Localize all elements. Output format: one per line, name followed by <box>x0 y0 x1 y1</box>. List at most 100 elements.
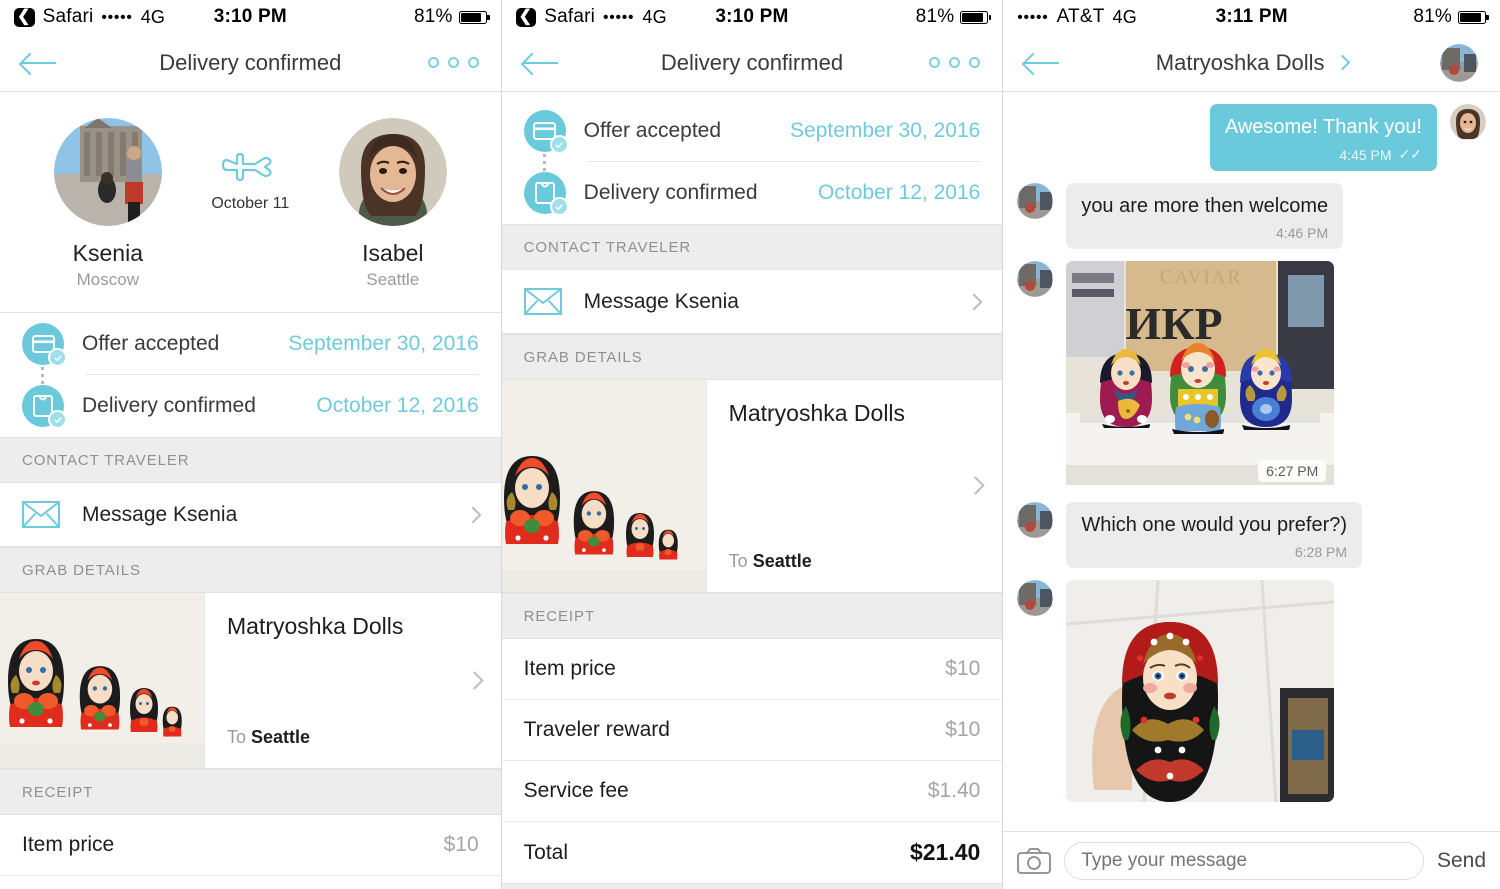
avatar-isabel <box>338 118 447 226</box>
traveler-from[interactable]: Ksenia Moscow <box>25 118 190 290</box>
svg-text:ИКР: ИКР <box>1126 298 1223 349</box>
battery-percent: 81% <box>1413 6 1452 27</box>
grab-to-prefix: To <box>728 551 748 571</box>
status-back-app: Safari <box>544 6 596 27</box>
back-arrow-icon[interactable] <box>22 52 56 74</box>
status-bar: ••••• AT&T 4G 3:11 PM 81% <box>1003 0 1500 34</box>
timeline-date: September 30, 2016 <box>790 119 981 142</box>
receipt-value: $10 <box>945 657 981 680</box>
check-badge-icon <box>549 197 569 216</box>
receipt-footer-spacer <box>501 883 1003 889</box>
timeline-label: Delivery confirmed <box>583 181 758 204</box>
signal-dots-icon: ••••• <box>603 8 635 26</box>
grab-item-image <box>501 380 707 592</box>
status-bar: ❮ Safari ••••• 4G 3:10 PM 81% <box>0 0 501 34</box>
grab-to-city: Seattle <box>752 551 812 571</box>
grab-details-card[interactable]: Matryoshka Dolls To Seattle <box>0 593 501 769</box>
timeline-row-delivery-confirmed: Delivery confirmed October 12, 2016 <box>502 154 1003 224</box>
chat-image-doll-closeup[interactable] <box>1066 580 1335 802</box>
chat-title-group[interactable]: Matryoshka Dolls <box>1003 50 1500 76</box>
card-icon <box>523 110 569 154</box>
chevron-right-icon <box>464 670 484 690</box>
grab-item-title: Matryoshka Dolls <box>227 613 404 639</box>
receipt-label: Item price <box>523 657 616 680</box>
panel-chat: ••••• AT&T 4G 3:11 PM 81% Matryoshka Dol… <box>1003 0 1500 889</box>
traveler-to-name: Isabel <box>362 240 424 266</box>
section-header-contact-traveler: CONTACT TRAVELER <box>501 224 1003 270</box>
avatar-ksenia <box>1017 502 1054 538</box>
chat-image-time: 6:27 PM <box>1258 460 1327 482</box>
traveler-to[interactable]: Isabel Seattle <box>310 118 475 290</box>
nav-bar: Delivery confirmed <box>501 34 1003 92</box>
chat-text: Awesome! Thank you! <box>1224 116 1422 138</box>
chat-message-in: Which one would you prefer?) 6:28 PM <box>1017 502 1486 568</box>
airplane-icon <box>222 152 272 182</box>
send-button[interactable]: Send <box>1437 849 1486 873</box>
chat-image-three-dolls[interactable]: CAVIAR ИКР 6:27 PM <box>1066 261 1335 490</box>
chat-message-list[interactable]: Awesome! Thank you! 4:45 PM ✓✓ you are m… <box>1003 92 1500 887</box>
receipt-row-item-price: Item price $10 <box>0 815 501 876</box>
grab-to-prefix: To <box>227 727 247 747</box>
traveler-from-city: Moscow <box>76 270 139 289</box>
status-back-app: Safari <box>42 6 94 27</box>
chat-bubble-incoming: you are more then welcome 4:46 PM <box>1066 183 1344 249</box>
package-icon <box>22 385 67 429</box>
chevron-right-icon <box>965 293 983 310</box>
section-header-grab-details: GRAB DETAILS <box>0 547 501 593</box>
message-traveler-label: Message Ksenia <box>583 289 739 313</box>
chat-title: Matryoshka Dolls <box>1155 49 1325 75</box>
avatar-ksenia <box>1017 580 1054 616</box>
carrier-name: AT&T <box>1056 6 1105 27</box>
traveler-header: Ksenia Moscow October 11 Isabel Seattle <box>0 92 501 313</box>
grab-destination: To Seattle <box>729 551 981 572</box>
battery-percent: 81% <box>414 6 453 27</box>
card-icon <box>22 323 67 367</box>
grab-details-card[interactable]: Matryoshka Dolls To Seattle <box>501 380 1003 593</box>
message-traveler-label: Message Ksenia <box>82 502 238 526</box>
receipt-row-total: Total $21.40 <box>502 822 1003 883</box>
flight-date: October 11 <box>211 195 290 212</box>
chat-bubble-outgoing: Awesome! Thank you! 4:45 PM ✓✓ <box>1209 104 1437 171</box>
nav-bar: Delivery confirmed <box>0 34 501 92</box>
status-back-chip[interactable]: ❮ <box>515 7 537 27</box>
more-options-icon[interactable] <box>427 57 479 68</box>
timeline-label: Delivery confirmed <box>82 394 256 417</box>
chat-time: 4:46 PM <box>1275 225 1329 241</box>
timeline-row-offer-accepted: Offer accepted September 30, 2016 <box>502 100 1003 162</box>
chat-message-image <box>1017 580 1486 802</box>
message-traveler-button[interactable]: Message Ksenia <box>0 483 501 547</box>
section-header-receipt: RECEIPT <box>0 769 501 815</box>
envelope-icon <box>523 288 562 315</box>
avatar-self[interactable] <box>1440 43 1478 82</box>
back-arrow-icon[interactable] <box>523 52 558 74</box>
package-icon <box>523 172 569 216</box>
panel-delivery-confirmed-scrolled: ❮ Safari ••••• 4G 3:10 PM 81% Delivery c… <box>501 0 1004 889</box>
receipt-label: Total <box>523 840 569 864</box>
chevron-right-icon <box>464 506 482 523</box>
battery-icon <box>458 10 490 24</box>
page-title: Delivery confirmed <box>159 49 342 75</box>
receipt-label: Item price <box>22 833 115 856</box>
message-composer: Send <box>1003 831 1500 889</box>
receipt-row-service-fee: Service fee $1.40 <box>501 761 1003 822</box>
grab-destination: To Seattle <box>227 727 479 748</box>
message-traveler-button[interactable]: Message Ksenia <box>501 270 1003 334</box>
chevron-right-icon <box>966 476 986 495</box>
chat-bubble-incoming: Which one would you prefer?) 6:28 PM <box>1066 502 1363 568</box>
status-bar: ❮ Safari ••••• 4G 3:10 PM 81% <box>502 0 1003 34</box>
receipt-value: $21.40 <box>909 839 981 865</box>
timeline-date: September 30, 2016 <box>288 332 479 355</box>
chat-text: Which one would you prefer?) <box>1081 514 1348 536</box>
three-phone-screenshots: ❮ Safari ••••• 4G 3:10 PM 81% Delivery c… <box>0 0 1500 889</box>
section-header-grab-details: GRAB DETAILS <box>501 334 1003 380</box>
status-back-chip[interactable]: ❮ <box>14 7 35 27</box>
more-options-icon[interactable] <box>929 57 981 68</box>
section-header-contact-traveler: CONTACT TRAVELER <box>0 437 501 483</box>
network-type: 4G <box>140 6 166 27</box>
receipt-value: $10 <box>443 833 479 856</box>
avatar-ksenia <box>53 118 162 226</box>
chat-message-in: you are more then welcome 4:46 PM <box>1017 183 1486 249</box>
chevron-right-icon <box>1334 54 1350 71</box>
camera-icon[interactable] <box>1017 847 1052 874</box>
message-input[interactable] <box>1064 841 1424 880</box>
